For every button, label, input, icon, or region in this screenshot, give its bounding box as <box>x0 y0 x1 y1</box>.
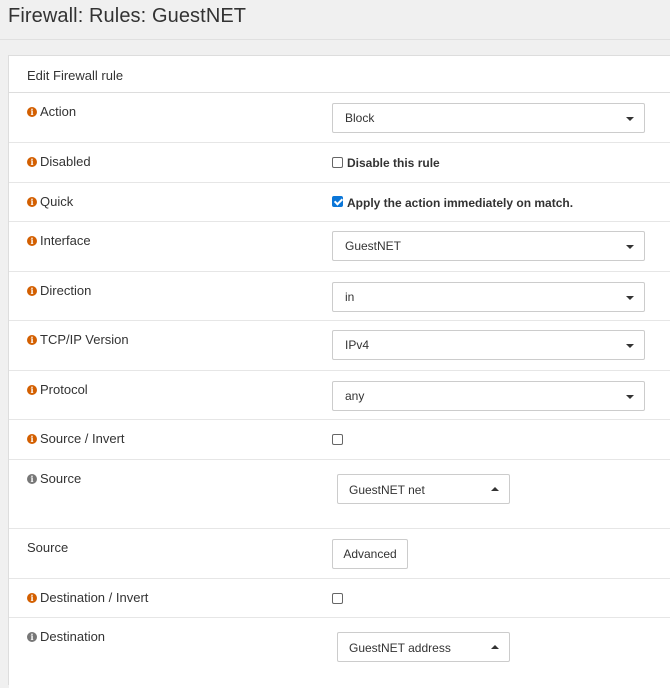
info-icon[interactable]: i <box>27 196 37 207</box>
source-label: i Source <box>27 471 81 486</box>
info-icon[interactable]: i <box>27 631 37 642</box>
info-icon[interactable]: i <box>27 106 37 117</box>
page-header: Firewall: Rules: GuestNET <box>0 0 670 40</box>
disable-rule-checkbox-label[interactable]: Disable this rule <box>347 156 440 170</box>
destination-select-value: GuestNET address <box>349 641 451 655</box>
info-icon[interactable]: i <box>27 433 37 444</box>
row-destination-invert: i Destination / Invert <box>9 579 670 618</box>
info-icon[interactable]: i <box>27 384 37 395</box>
row-source-advanced: Source Advanced <box>9 529 670 579</box>
chevron-up-icon <box>491 645 499 649</box>
interface-select-value: GuestNET <box>345 239 402 253</box>
row-quick: i Quick Apply the action immediately on … <box>9 183 670 222</box>
source-invert-label: i Source / Invert <box>27 431 125 446</box>
chevron-up-icon <box>491 487 499 491</box>
quick-checkbox-label[interactable]: Apply the action immediately on match. <box>347 196 573 210</box>
info-icon[interactable]: i <box>27 473 37 484</box>
page-title: Firewall: Rules: GuestNET <box>8 5 247 27</box>
tcpip-version-select[interactable]: IPv4 <box>332 330 645 360</box>
info-icon[interactable]: i <box>27 334 37 345</box>
chevron-down-icon <box>626 296 634 300</box>
row-protocol: i Protocol any <box>9 371 670 420</box>
chevron-down-icon <box>626 245 634 249</box>
row-destination: i Destination GuestNET address <box>9 618 670 688</box>
info-icon[interactable]: i <box>27 592 37 603</box>
panel-heading: Edit Firewall rule <box>9 56 670 93</box>
source-advanced-button[interactable]: Advanced <box>332 539 408 569</box>
protocol-select-value: any <box>345 389 365 403</box>
chevron-down-icon <box>626 395 634 399</box>
panel-heading-title: Edit Firewall rule <box>27 68 124 83</box>
row-source: i Source GuestNET net <box>9 460 670 529</box>
info-icon[interactable]: i <box>27 235 37 246</box>
quick-checkbox[interactable] <box>332 196 343 207</box>
protocol-label: i Protocol <box>27 382 88 397</box>
disable-rule-checkbox[interactable] <box>332 157 343 168</box>
interface-select[interactable]: GuestNET <box>332 231 645 261</box>
direction-label: i Direction <box>27 283 91 298</box>
direction-select-value: in <box>345 290 355 304</box>
row-source-invert: i Source / Invert <box>9 420 670 460</box>
quick-label: i Quick <box>27 194 73 209</box>
tcpip-version-label: i TCP/IP Version <box>27 332 129 347</box>
edit-rule-panel: Edit Firewall rule i Action Block i Disa… <box>8 55 670 688</box>
destination-invert-label: i Destination / Invert <box>27 590 148 605</box>
chevron-down-icon <box>626 117 634 121</box>
destination-label: i Destination <box>27 629 105 644</box>
info-icon[interactable]: i <box>27 285 37 296</box>
source-invert-checkbox[interactable] <box>332 434 343 445</box>
row-tcpip-version: i TCP/IP Version IPv4 <box>9 321 670 371</box>
protocol-select[interactable]: any <box>332 381 645 411</box>
info-icon[interactable]: i <box>27 156 37 167</box>
destination-invert-checkbox[interactable] <box>332 593 343 604</box>
source-select[interactable]: GuestNET net <box>337 474 510 504</box>
row-interface: i Interface GuestNET <box>9 222 670 272</box>
action-select[interactable]: Block <box>332 103 645 133</box>
row-action: i Action Block <box>9 93 670 143</box>
tcpip-version-select-value: IPv4 <box>345 338 370 352</box>
source-select-value: GuestNET net <box>349 483 425 497</box>
action-label: i Action <box>27 104 76 119</box>
interface-label: i Interface <box>27 233 91 248</box>
row-direction: i Direction in <box>9 272 670 321</box>
chevron-down-icon <box>626 344 634 348</box>
row-disabled: i Disabled Disable this rule <box>9 143 670 183</box>
action-select-value: Block <box>345 111 375 125</box>
disabled-label: i Disabled <box>27 154 91 169</box>
source-advanced-label: Source <box>27 540 69 555</box>
destination-select[interactable]: GuestNET address <box>337 632 510 662</box>
direction-select[interactable]: in <box>332 282 645 312</box>
